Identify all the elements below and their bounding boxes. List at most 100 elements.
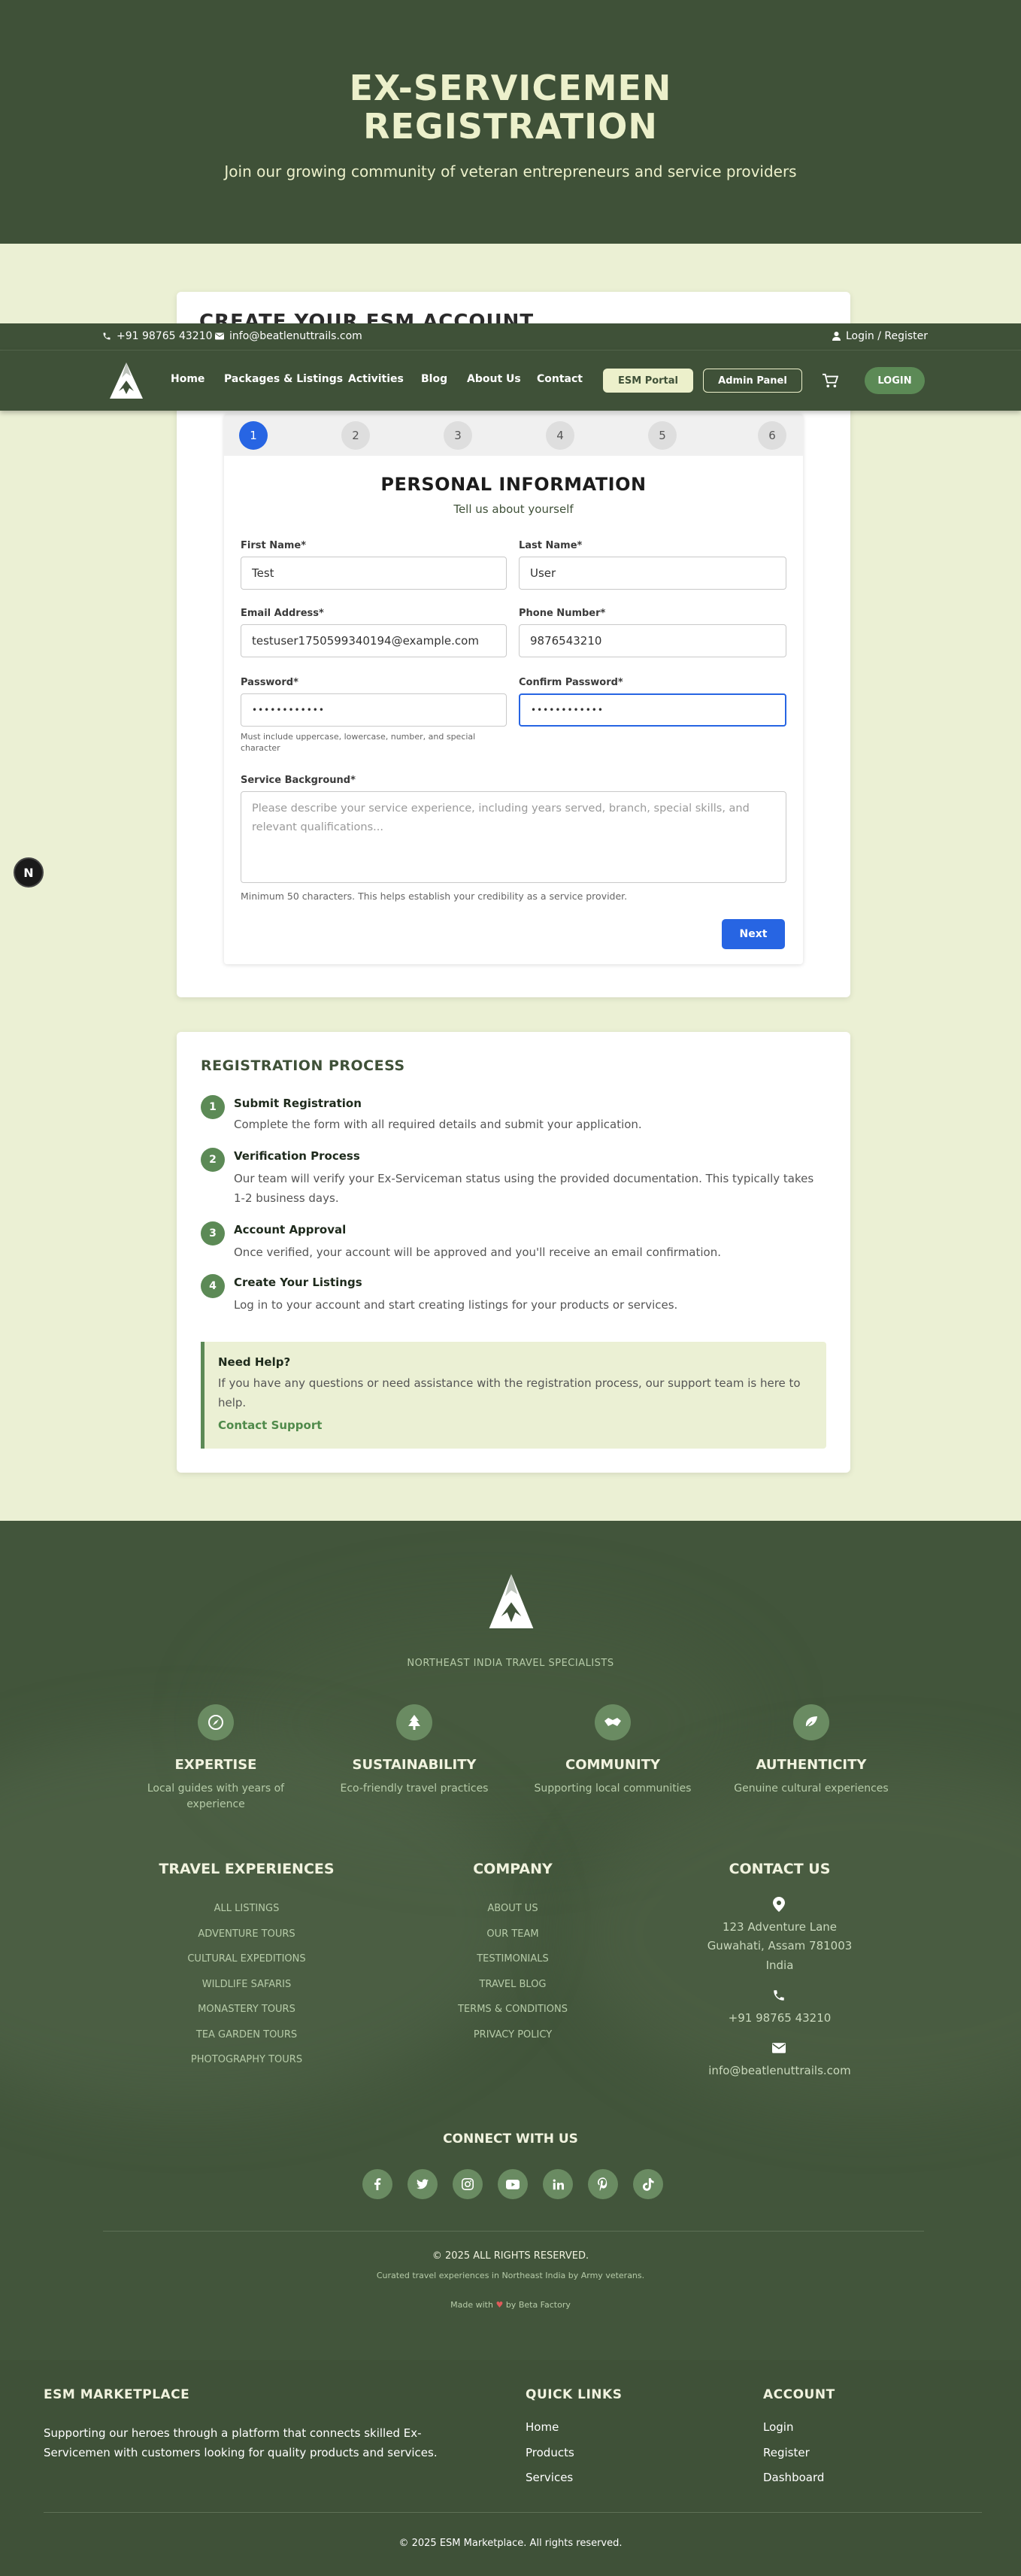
feature-title: EXPERTISE — [174, 1757, 257, 1773]
footer-copyright: © 2025 ALL RIGHTS RESERVED. — [432, 2250, 589, 2262]
footer-link[interactable]: WILDLIFE SAFARIS — [134, 1979, 359, 1990]
form-section-subtitle: Tell us about yourself — [453, 502, 574, 516]
step-4[interactable]: 4 — [546, 421, 574, 450]
footer-tagline: NORTHEAST INDIA TRAVEL SPECIALISTS — [407, 1658, 614, 1669]
footer-link[interactable]: ABOUT US — [400, 1903, 626, 1914]
footer-link[interactable]: ALL LISTINGS — [134, 1903, 359, 1914]
step-1[interactable]: 1 — [239, 421, 268, 450]
process-step-number: 3 — [201, 1221, 225, 1246]
process-step-number: 2 — [201, 1148, 225, 1172]
contact-topbar: +91 98765 43210 info@beatlenuttrails.com… — [0, 323, 1021, 350]
account-link-dashboard[interactable]: Dashboard — [763, 2471, 824, 2484]
footer-link[interactable]: TESTIMONIALS — [400, 1953, 626, 1965]
account-link-register[interactable]: Register — [763, 2446, 810, 2459]
instagram-icon[interactable] — [453, 2169, 483, 2199]
twitter-icon[interactable] — [407, 2169, 438, 2199]
mountain-logo-icon[interactable] — [108, 361, 144, 400]
tiktok-icon[interactable] — [633, 2169, 663, 2199]
last-name-input[interactable]: User — [519, 557, 786, 590]
devtools-badge[interactable]: N — [14, 857, 44, 887]
nav-blog[interactable]: Blog — [421, 373, 447, 385]
heart-icon: ♥ — [495, 2300, 504, 2310]
password-label: Password* — [241, 677, 298, 688]
process-step-desc: Log in to your account and start creatin… — [234, 1298, 678, 1312]
step-5[interactable]: 5 — [648, 421, 677, 450]
first-name-input[interactable]: Test — [241, 557, 507, 590]
next-button[interactable]: Next — [722, 919, 785, 949]
confirm-password-input[interactable]: •••••••••••• — [519, 693, 786, 727]
quick-link-home[interactable]: Home — [526, 2420, 559, 2434]
marketplace-description: Supporting our heroes through a platform… — [44, 2426, 438, 2459]
step-6[interactable]: 6 — [758, 421, 786, 450]
page-title: EX-SERVICEMEN REGISTRATION — [349, 68, 672, 147]
bottom-divider — [44, 2512, 982, 2513]
contact-email[interactable]: info@beatlenuttrails.com — [667, 2064, 892, 2077]
topbar-email-text: info@beatlenuttrails.com — [229, 330, 362, 342]
service-background-textarea[interactable]: Please describe your service experience,… — [241, 791, 786, 883]
quick-link-services[interactable]: Services — [526, 2471, 573, 2484]
footer-link[interactable]: TERMS & CONDITIONS — [400, 2004, 626, 2015]
process-step-title: Submit Registration — [234, 1097, 362, 1110]
topbar-email[interactable]: info@beatlenuttrails.com — [215, 330, 362, 342]
youtube-icon[interactable] — [498, 2169, 528, 2199]
footer-link[interactable]: TEA GARDEN TOURS — [134, 2029, 359, 2040]
admin-panel-button[interactable]: Admin Panel — [703, 369, 802, 393]
footer-link[interactable]: ADVENTURE TOURS — [134, 1928, 359, 1940]
marketplace-footer: ESM MARKETPLACE Supporting our heroes th… — [0, 2360, 1021, 2576]
nav-packages-listings[interactable]: Packages & Listings — [224, 373, 343, 385]
phone-input[interactable]: 9876543210 — [519, 624, 786, 657]
topbar-login-register[interactable]: Login / Register — [832, 330, 928, 342]
help-box: Need Help? If you have any questions or … — [201, 1342, 826, 1449]
email-input[interactable]: testuser1750599340194@example.com — [241, 624, 507, 657]
pinterest-icon[interactable] — [588, 2169, 618, 2199]
nav-about-us[interactable]: About Us — [467, 373, 521, 385]
made-by-text: by Beta Factory — [505, 2300, 571, 2310]
phone-icon — [772, 1989, 786, 2002]
handshake-icon — [595, 1704, 631, 1740]
topbar-phone-text: +91 98765 43210 — [117, 330, 213, 342]
nav-activities[interactable]: Activities — [348, 373, 404, 385]
step-3[interactable]: 3 — [444, 421, 472, 450]
topbar-phone[interactable]: +91 98765 43210 — [102, 330, 213, 342]
process-step-desc: Our team will verify your Ex-Serviceman … — [234, 1172, 814, 1205]
step-indicator: 1 2 3 4 5 6 — [224, 414, 803, 456]
main-navbar: Home Packages & Listings Activities Blog… — [0, 350, 1021, 411]
facebook-icon[interactable] — [362, 2169, 392, 2199]
made-with-love: Made with ♥ by Beta Factory — [0, 2300, 1021, 2310]
process-step-title: Verification Process — [234, 1149, 360, 1163]
help-title: Need Help? — [218, 1355, 291, 1369]
footer-link[interactable]: TRAVEL BLOG — [400, 1979, 626, 1990]
contact-address-line1: 123 Adventure Lane — [722, 1920, 838, 1934]
footer-curated: Curated travel experiences in Northeast … — [376, 2271, 645, 2280]
account-link-login[interactable]: Login — [763, 2420, 793, 2434]
password-input[interactable]: •••••••••••• — [241, 693, 507, 727]
footer-link[interactable]: PHOTOGRAPHY TOURS — [134, 2054, 359, 2065]
leaf-icon — [793, 1704, 829, 1740]
cart-icon[interactable] — [822, 373, 838, 388]
process-step-number: 4 — [201, 1274, 225, 1298]
footer-link[interactable]: PRIVACY POLICY — [400, 2029, 626, 2040]
registration-form: 1 2 3 4 5 6 PERSONAL INFORMATION Tell us… — [224, 414, 803, 964]
made-with-text: Made with — [450, 2300, 493, 2310]
registration-process-card: REGISTRATION PROCESS 1 Submit Registrati… — [177, 1032, 850, 1473]
linkedin-icon[interactable] — [543, 2169, 573, 2199]
feature-title: SUSTAINABILITY — [352, 1757, 477, 1773]
tree-icon — [396, 1704, 432, 1740]
contact-address-line2: Guwahati, Assam 781003 — [707, 1939, 853, 1952]
contact-support-link[interactable]: Contact Support — [218, 1418, 322, 1432]
nav-home[interactable]: Home — [171, 373, 205, 385]
login-button[interactable]: LOGIN — [865, 367, 925, 394]
footer-logo-icon[interactable] — [487, 1572, 535, 1631]
footer-link[interactable]: MONASTERY TOURS — [134, 2004, 359, 2015]
esm-portal-button[interactable]: ESM Portal — [603, 369, 693, 393]
nav-contact[interactable]: Contact — [537, 373, 583, 385]
mail-icon — [215, 332, 224, 340]
marketplace-copyright: © 2025 ESM Marketplace. All rights reser… — [398, 2538, 623, 2549]
footer-link[interactable]: OUR TEAM — [400, 1928, 626, 1940]
topbar-login-text: Login / Register — [846, 330, 929, 342]
footer-link[interactable]: CULTURAL EXPEDITIONS — [134, 1953, 359, 1965]
contact-phone[interactable]: +91 98765 43210 — [667, 2011, 892, 2025]
quick-link-products[interactable]: Products — [526, 2446, 574, 2459]
account-title: ACCOUNT — [763, 2387, 835, 2402]
step-2[interactable]: 2 — [341, 421, 370, 450]
